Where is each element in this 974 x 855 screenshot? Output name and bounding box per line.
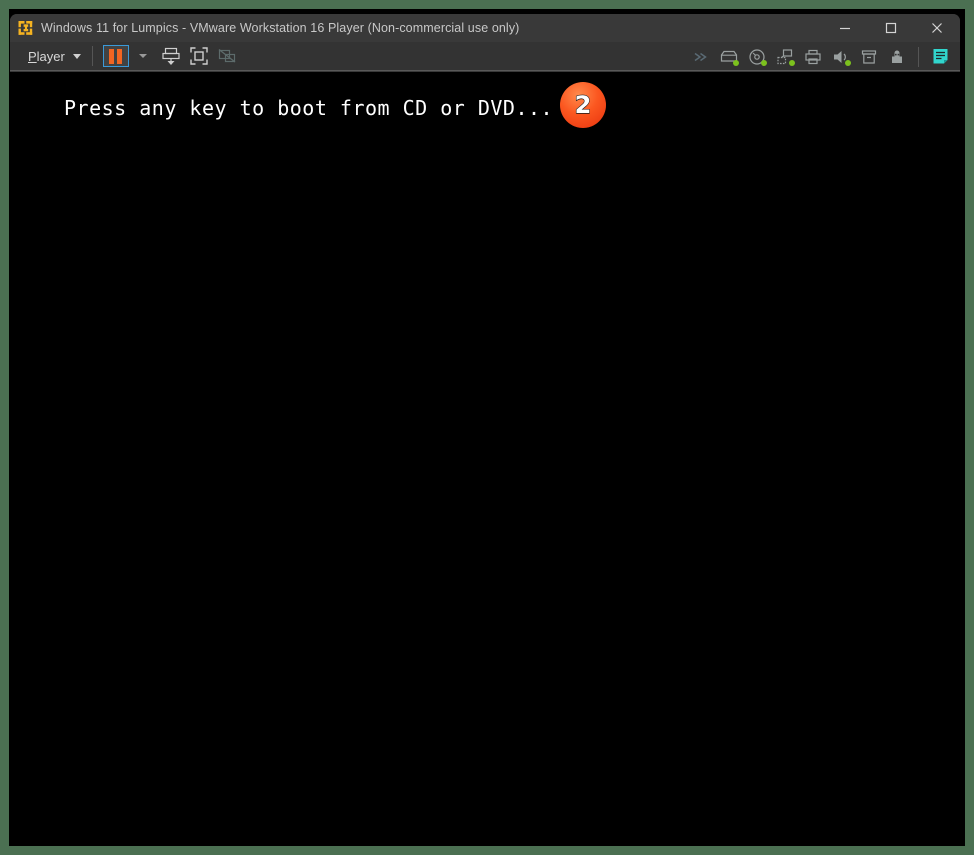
vm-console-screen[interactable]: Press any key to boot from CD or DVD... bbox=[10, 72, 960, 846]
double-chevron-right-icon bbox=[694, 52, 707, 61]
message-log-icon bbox=[933, 49, 947, 64]
device-status-tray bbox=[687, 42, 954, 71]
chevron-down-icon bbox=[138, 54, 147, 58]
status-led bbox=[733, 59, 739, 66]
pause-dropdown-button[interactable] bbox=[129, 44, 157, 68]
player-menu-accel: P bbox=[28, 48, 37, 64]
status-led bbox=[845, 59, 851, 66]
cd-dvd-status[interactable] bbox=[745, 45, 769, 69]
enter-fullscreen-button[interactable] bbox=[185, 44, 213, 68]
expand-status-icons[interactable] bbox=[689, 45, 713, 69]
window-title: Windows 11 for Lumpics - VMware Workstat… bbox=[41, 21, 520, 35]
pause-vm-button[interactable] bbox=[102, 45, 129, 67]
sound-card-status[interactable] bbox=[829, 45, 853, 69]
printer-status[interactable] bbox=[801, 45, 825, 69]
minimize-icon bbox=[840, 27, 850, 30]
minimize-button[interactable] bbox=[822, 14, 868, 42]
maximize-icon bbox=[885, 22, 897, 34]
send-keys-icon bbox=[162, 47, 180, 65]
screenshot-root: Windows 11 for Lumpics - VMware Workstat… bbox=[0, 0, 974, 855]
player-menu-label: Player bbox=[28, 48, 65, 64]
removable-drive-icon bbox=[861, 49, 877, 64]
vmware-player-window: Windows 11 for Lumpics - VMware Workstat… bbox=[10, 14, 960, 72]
toolbar-separator-1 bbox=[91, 46, 93, 66]
printer-icon bbox=[805, 49, 821, 64]
step-number-badge: 2 bbox=[560, 82, 606, 128]
vmware-logo-icon bbox=[18, 21, 33, 35]
vm-toolbar: Player bbox=[10, 42, 960, 71]
hard-disk-status[interactable] bbox=[717, 45, 741, 69]
chevron-down-icon bbox=[72, 53, 81, 59]
boot-prompt-text: Press any key to boot from CD or DVD... bbox=[64, 96, 554, 120]
status-led bbox=[761, 59, 767, 66]
send-ctrl-alt-del-button[interactable] bbox=[157, 44, 185, 68]
close-icon bbox=[932, 23, 942, 33]
usb-icon bbox=[892, 50, 902, 63]
message-log-status[interactable] bbox=[928, 45, 952, 69]
pause-icon-bar2 bbox=[117, 48, 123, 64]
close-button[interactable] bbox=[914, 14, 960, 42]
unity-mode-button bbox=[213, 44, 241, 68]
fullscreen-icon bbox=[190, 47, 208, 65]
step-number-label: 2 bbox=[574, 91, 592, 119]
player-menu-button[interactable]: Player bbox=[24, 45, 85, 67]
maximize-button[interactable] bbox=[868, 14, 914, 42]
removable-device-status[interactable] bbox=[857, 45, 881, 69]
status-led bbox=[789, 59, 795, 66]
window-controls bbox=[822, 14, 960, 42]
usb-device-status[interactable] bbox=[885, 45, 909, 69]
pause-icon bbox=[109, 48, 115, 64]
toolbar-separator-2 bbox=[918, 46, 919, 67]
unity-mode-icon bbox=[218, 48, 236, 63]
title-bar: Windows 11 for Lumpics - VMware Workstat… bbox=[10, 14, 960, 42]
network-adapter-status[interactable] bbox=[773, 45, 797, 69]
